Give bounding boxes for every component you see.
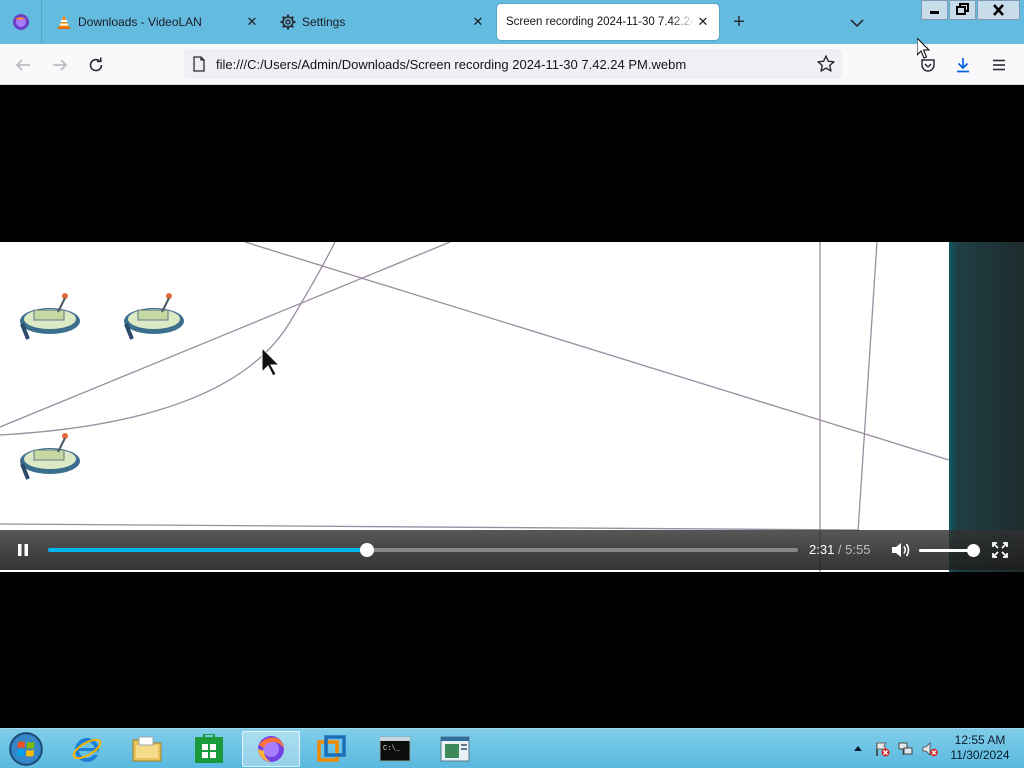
taskbar-vmware[interactable] (302, 731, 360, 767)
fullscreen-button[interactable] (990, 540, 1010, 560)
back-button[interactable] (10, 52, 36, 78)
downloads-button[interactable] (950, 52, 976, 78)
new-tab-button[interactable]: + (728, 12, 750, 34)
vlc-cone-icon (58, 15, 70, 29)
volume-thumb[interactable] (967, 544, 980, 557)
pause-icon (18, 544, 28, 556)
vmware-icon (317, 735, 346, 762)
system-clock[interactable]: 12:55 AM 11/30/2024 (945, 733, 1015, 763)
close-icon (993, 4, 1004, 16)
url-text[interactable]: file:///C:/Users/Admin/Downloads/Screen … (216, 57, 686, 72)
network-icon[interactable] (898, 741, 914, 757)
duration: 5:55 (845, 542, 871, 557)
windows-taskbar: C:\_ 12:55 AM 11/30/2024 (0, 728, 1024, 768)
video-player[interactable]: 2:31 / 5:55 (0, 85, 1024, 728)
hamburger-menu-icon (993, 59, 1005, 71)
action-center-flag-icon[interactable] (874, 741, 890, 757)
address-bar[interactable]: file:///C:/Users/Admin/Downloads/Screen … (184, 49, 842, 79)
minimize-icon (930, 11, 939, 14)
navigation-toolbar: file:///C:/Users/Admin/Downloads/Screen … (0, 44, 1024, 85)
forward-button[interactable] (47, 52, 73, 78)
taskbar-file-explorer[interactable] (118, 731, 176, 767)
seek-thumb[interactable] (359, 543, 374, 557)
mute-button[interactable] (890, 540, 912, 560)
browser-tab-strip: Downloads - VideoLAN ✕ Settings ✕ Screen… (0, 0, 1024, 44)
taskbar-internet-explorer[interactable] (58, 731, 116, 767)
tab-label: Downloads - VideoLAN (78, 15, 202, 29)
taskbar-command-prompt[interactable]: C:\_ (366, 731, 424, 767)
reload-button[interactable] (83, 52, 109, 78)
bookmark-star-icon[interactable] (816, 54, 836, 74)
tab-label: Settings (302, 15, 346, 29)
video-frame[interactable] (0, 242, 1024, 572)
time-separator: / (834, 542, 846, 557)
reload-icon (89, 57, 103, 72)
windows-logo-icon (9, 732, 43, 766)
firefox-view-icon (12, 14, 29, 30)
tab-videolan-downloads[interactable]: Downloads - VideoLAN ✕ (48, 0, 266, 44)
tab-settings[interactable]: Settings ✕ (272, 0, 492, 44)
volume-muted-icon[interactable] (922, 741, 938, 757)
pause-button[interactable] (12, 540, 34, 560)
tab-screen-recording[interactable]: Screen recording 2024-11-30 7.42.24 PM.w… (497, 4, 719, 40)
seek-slider[interactable] (48, 543, 798, 557)
open-menu-button[interactable] (986, 52, 1012, 78)
gear-icon (280, 14, 296, 30)
mouse-pointer-icon (917, 38, 931, 59)
current-time: 2:31 (809, 542, 835, 557)
start-button[interactable] (0, 731, 52, 767)
window-close-button[interactable] (977, 0, 1020, 20)
taskbar-firefox[interactable] (242, 731, 300, 767)
player-controls-bar: 2:31 / 5:55 (0, 530, 1024, 570)
firefox-view-button[interactable] (0, 0, 42, 44)
restore-icon (956, 3, 969, 15)
file-explorer-icon (132, 736, 162, 762)
device-icon (20, 433, 80, 480)
tab-close-icon[interactable]: ✕ (470, 14, 486, 30)
firefox-icon (258, 736, 284, 762)
tab-label: Screen recording 2024-11-30 7.42.24 PM.w… (506, 16, 694, 28)
page-icon (193, 56, 205, 72)
show-hidden-icons-icon[interactable] (850, 741, 866, 757)
clock-date: 11/30/2024 (950, 748, 1010, 762)
volume-slider[interactable] (919, 544, 980, 557)
time-display: 2:31 / 5:55 (809, 542, 870, 557)
volume-level (919, 549, 973, 552)
arrow-left-icon (15, 59, 30, 71)
device-icon (124, 293, 184, 340)
seek-progress (48, 548, 367, 552)
recorded-cursor-icon (261, 346, 281, 377)
taskbar-app-window[interactable] (426, 731, 484, 767)
command-prompt-icon: C:\_ (379, 736, 411, 762)
arrow-right-icon (53, 59, 68, 71)
window-restore-button[interactable] (949, 0, 976, 20)
svg-text:C:\_: C:\_ (383, 745, 401, 753)
download-arrow-icon (957, 58, 969, 73)
tab-close-icon[interactable]: ✕ (244, 14, 260, 30)
taskbar-microsoft-store[interactable] (180, 731, 238, 767)
app-window-icon (440, 736, 470, 762)
list-all-tabs-button[interactable] (846, 12, 868, 34)
window-minimize-button[interactable] (921, 0, 948, 20)
video-content-drawing (0, 242, 950, 572)
device-icon (20, 293, 80, 340)
speaker-icon (892, 543, 910, 557)
microsoft-store-icon (195, 734, 223, 763)
internet-explorer-icon (72, 738, 102, 762)
fullscreen-icon (992, 542, 1008, 558)
chevron-down-icon (850, 19, 864, 28)
tab-close-icon[interactable]: ✕ (695, 14, 711, 30)
video-frame-edge (949, 242, 1024, 572)
clock-time: 12:55 AM (954, 733, 1006, 747)
